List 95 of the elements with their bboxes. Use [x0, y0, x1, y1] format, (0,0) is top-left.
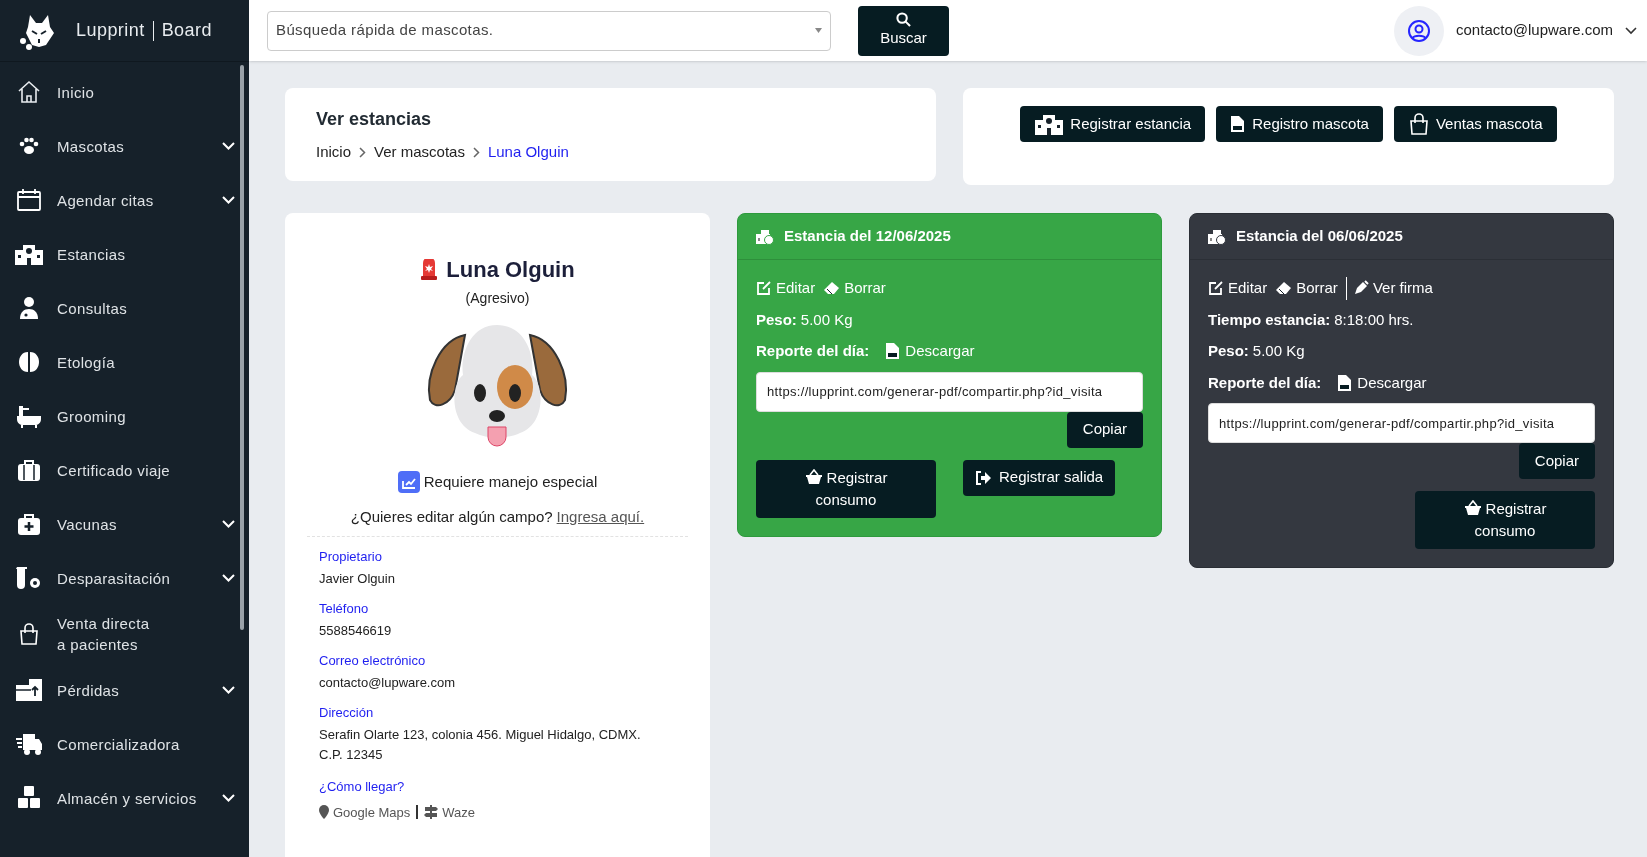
- paw-icon: [18, 135, 40, 157]
- stay-button[interactable]: Registrar salida: [963, 459, 1116, 496]
- chevron-right-icon: [359, 146, 367, 158]
- stay-button[interactable]: Registrar consumo: [756, 459, 936, 518]
- map-link[interactable]: Waze: [424, 802, 476, 822]
- stay-title: Estancia del 12/06/2025: [784, 226, 951, 247]
- eraser-icon: [1275, 281, 1293, 296]
- shopping-bag-icon: [1407, 113, 1430, 135]
- detail-value: 5.00 Kg: [1252, 341, 1305, 361]
- sidebar-item[interactable]: Consultas: [57, 297, 235, 319]
- search-icon[interactable]: [896, 11, 911, 27]
- basket-icon: [804, 468, 823, 485]
- detail-label: Reporte del día:: [1208, 372, 1322, 393]
- page-title: Ver estancias: [316, 108, 433, 131]
- house-icon: [16, 79, 42, 105]
- sidebar-item[interactable]: Certificado viaje: [57, 459, 235, 481]
- field-label: Propietario: [319, 549, 383, 565]
- pen-icon: [1352, 280, 1369, 297]
- action-button[interactable]: Registrar estancia: [1020, 106, 1206, 142]
- search-button[interactable]: Buscar: [858, 5, 949, 56]
- detail-value: 5.00 Kg: [800, 309, 853, 330]
- sidebar-item[interactable]: Venta directa a pacientes: [57, 613, 235, 655]
- calendar-icon: [16, 188, 42, 212]
- detail-label: Peso:: [756, 309, 797, 330]
- edit-icon: [1208, 280, 1224, 297]
- stay-title: Estancia del 06/06/2025: [1236, 226, 1403, 247]
- field-label: Teléfono: [319, 601, 370, 617]
- pet-name: Luna Olguin: [446, 256, 575, 284]
- sidebar-item[interactable]: Almacén y servicios: [57, 787, 222, 809]
- sidebar-item[interactable]: Vacunas: [57, 513, 222, 535]
- brain-icon: [17, 350, 41, 374]
- brand-suffix: Board: [161, 19, 212, 42]
- medical-kit-icon: [17, 512, 41, 536]
- sidebar-item[interactable]: Inicio: [57, 81, 235, 103]
- dropdown-arrow-icon[interactable]: [815, 28, 822, 33]
- chevron-right-icon: [472, 146, 480, 158]
- bathtub-icon: [16, 404, 42, 428]
- scrollbar[interactable]: [240, 65, 244, 630]
- doctor-icon: [18, 296, 40, 320]
- shopping-bag-icon: [18, 623, 40, 645]
- sidebar-item[interactable]: Pérdidas: [57, 679, 222, 701]
- pet-temperament: (Agresivo): [465, 289, 530, 308]
- field-value: 5588546619: [319, 622, 393, 640]
- hospital-icon: [14, 242, 44, 266]
- stay-action-link[interactable]: Borrar: [1275, 277, 1338, 300]
- special-handling-note: Requiere manejo especial: [423, 472, 598, 492]
- sidebar-item[interactable]: Estancias: [57, 243, 235, 265]
- field-label: Dirección: [319, 705, 375, 721]
- field-value: Javier Olguin: [319, 570, 396, 588]
- basket-icon: [1463, 500, 1482, 516]
- map-link[interactable]: Google Maps: [319, 802, 411, 822]
- copy-button[interactable]: Copiar: [1518, 443, 1595, 479]
- detail-label: Peso:: [1208, 341, 1249, 361]
- detail-label: Reporte del día:: [756, 341, 870, 361]
- sidebar-item[interactable]: Etología: [57, 351, 235, 373]
- sidebar-item[interactable]: Grooming: [57, 405, 235, 427]
- sidebar-item[interactable]: Comercializadora: [57, 733, 235, 755]
- edit-icon: [756, 280, 772, 297]
- hospital-icon: [1034, 112, 1065, 136]
- truck-icon: [15, 732, 43, 756]
- map-pin-icon: [319, 805, 329, 820]
- search-field[interactable]: Búsqueda rápida de mascotas.: [267, 10, 831, 51]
- detail-value: 8:18:00 hrs.: [1334, 309, 1414, 330]
- copy-button[interactable]: Copiar: [1066, 411, 1143, 448]
- edit-link[interactable]: Ingresa aquí.: [556, 505, 645, 528]
- stay-action-link[interactable]: Ver firma: [1345, 277, 1433, 300]
- exit-icon: [975, 469, 991, 486]
- action-button[interactable]: Registro mascota: [1216, 106, 1383, 142]
- sidebar-item[interactable]: Agendar citas: [57, 189, 222, 211]
- cubes-icon: [16, 785, 42, 811]
- share-url-field[interactable]: https://lupprint.com/generar-pdf/compartir.php?id_visita: [756, 371, 1143, 412]
- breadcrumb-link[interactable]: Inicio: [316, 141, 352, 164]
- siren-icon: [420, 258, 439, 281]
- breadcrumb-link[interactable]: Luna Olguin: [487, 141, 569, 164]
- signpost-icon: [424, 805, 439, 820]
- brand-name: Lupprint: [76, 19, 145, 42]
- field-value: Serafin Olarte 123, colonia 456. Miguel Hidalgo, CDMX. C.P. 12345: [319, 726, 642, 764]
- sidebar-item[interactable]: Mascotas: [57, 135, 222, 157]
- edit-prompt: ¿Quieres editar algún campo?: [350, 506, 553, 527]
- eraser-icon: [823, 281, 841, 296]
- action-button[interactable]: Ventas mascota: [1393, 106, 1557, 142]
- share-url-field[interactable]: https://lupprint.com/generar-pdf/compartir.php?id_visita: [1208, 403, 1595, 443]
- stay-button[interactable]: Registrar consumo: [1415, 491, 1595, 549]
- download-link[interactable]: Descargar: [1337, 371, 1427, 394]
- breadcrumb-link[interactable]: Ver mascotas: [374, 141, 465, 164]
- sidebar-item[interactable]: Desparasitación: [57, 567, 222, 589]
- field-value: contacto@lupware.com: [319, 674, 457, 692]
- detail-label: Tiempo estancia:: [1208, 309, 1331, 330]
- chevron-down-icon[interactable]: [1625, 26, 1637, 35]
- stay-action-link[interactable]: Editar: [1208, 277, 1268, 300]
- suitcase-icon: [17, 458, 41, 482]
- field-label: ¿Cómo llegar?: [319, 778, 406, 796]
- user-email[interactable]: contacto@lupware.com: [1456, 19, 1613, 42]
- field-label: Correo electrónico: [319, 653, 427, 669]
- box-upload-icon: [15, 678, 43, 702]
